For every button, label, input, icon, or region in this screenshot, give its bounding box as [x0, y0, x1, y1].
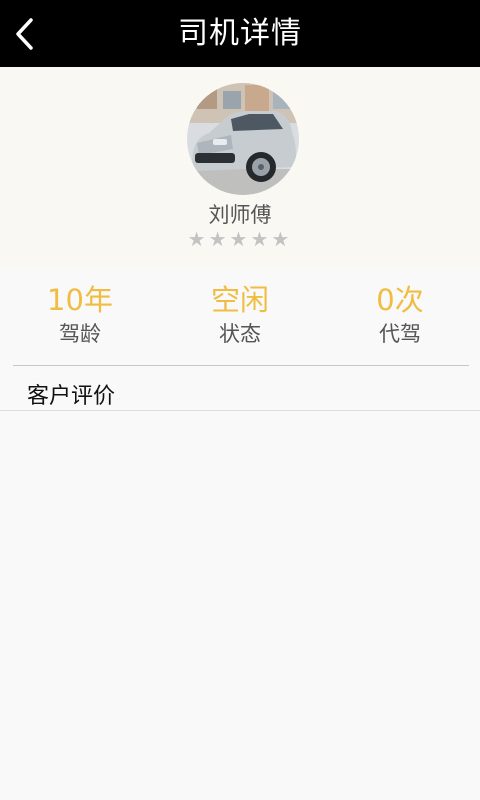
rating-stars: ★★★★★	[187, 227, 293, 251]
reviews-title: 客户评价	[27, 384, 116, 409]
stat-label: 驾龄	[59, 322, 101, 346]
stat-value: 0次	[376, 283, 424, 317]
driver-profile: 刘师傅 ★★★★★	[0, 67, 480, 267]
title-bar: 司机详情	[0, 0, 480, 67]
reviews-list[interactable]	[0, 411, 480, 800]
stat-value: 空闲	[210, 283, 269, 317]
stat-status: 空闲 状态	[160, 283, 320, 351]
driver-name: 刘师傅	[208, 203, 272, 227]
avatar	[187, 83, 299, 195]
driver-stats: 10年 驾龄 空闲 状态 0次 代驾	[0, 267, 480, 365]
divider	[13, 365, 469, 366]
stat-experience: 10年 驾龄	[0, 283, 160, 351]
stat-drives: 0次 代驾	[320, 283, 480, 351]
stat-label: 代驾	[379, 322, 421, 346]
stat-label: 状态	[219, 322, 261, 346]
car-photo	[187, 83, 299, 195]
page-title: 司机详情	[178, 16, 302, 51]
stat-value: 10年	[47, 283, 113, 317]
